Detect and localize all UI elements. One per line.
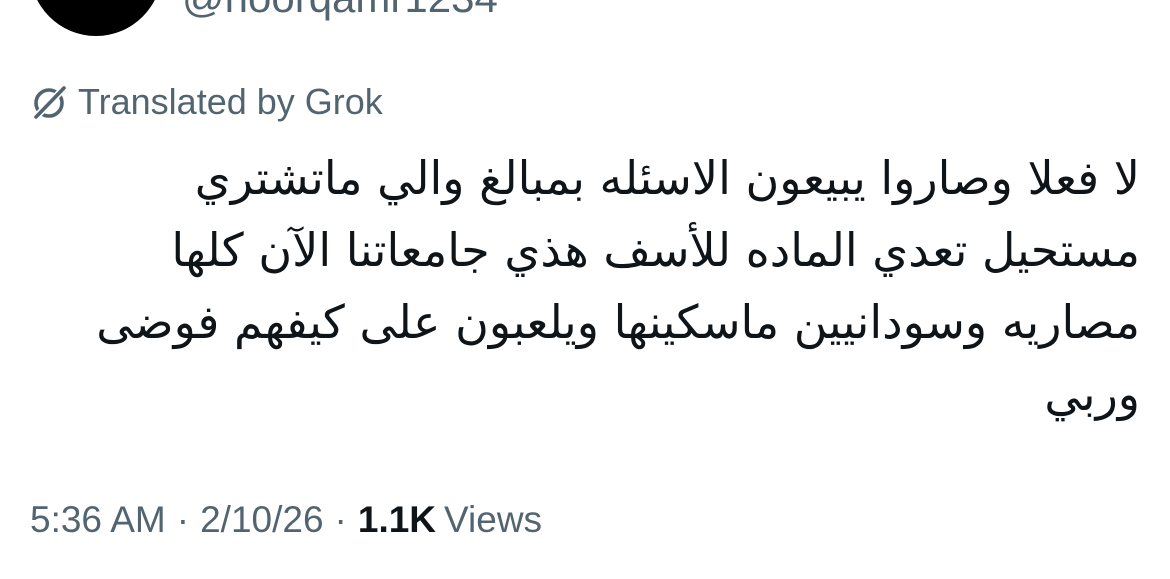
meta-separator: · (176, 499, 190, 540)
tweet-time[interactable]: 5:36 AM (30, 499, 166, 541)
meta-separator: · (334, 499, 347, 540)
author-handle[interactable]: @noorqamr1234 (182, 0, 498, 22)
translated-by-grok[interactable]: Translated by Grok (30, 78, 383, 126)
translated-label: Translated by Grok (78, 81, 383, 122)
avatar[interactable] (30, 0, 162, 36)
views-count[interactable]: 1.1K (358, 499, 436, 541)
grok-icon (30, 82, 70, 122)
views-label: Views (444, 499, 543, 540)
tweet-text: لا فعلا وصاروا يبيعون الاسئله بمبالغ وال… (96, 151, 1140, 421)
tweet-date[interactable]: 2/10/26 (200, 499, 323, 541)
tweet-meta: 5:36 AM · 2/10/26 · 1.1K Views (30, 494, 542, 546)
